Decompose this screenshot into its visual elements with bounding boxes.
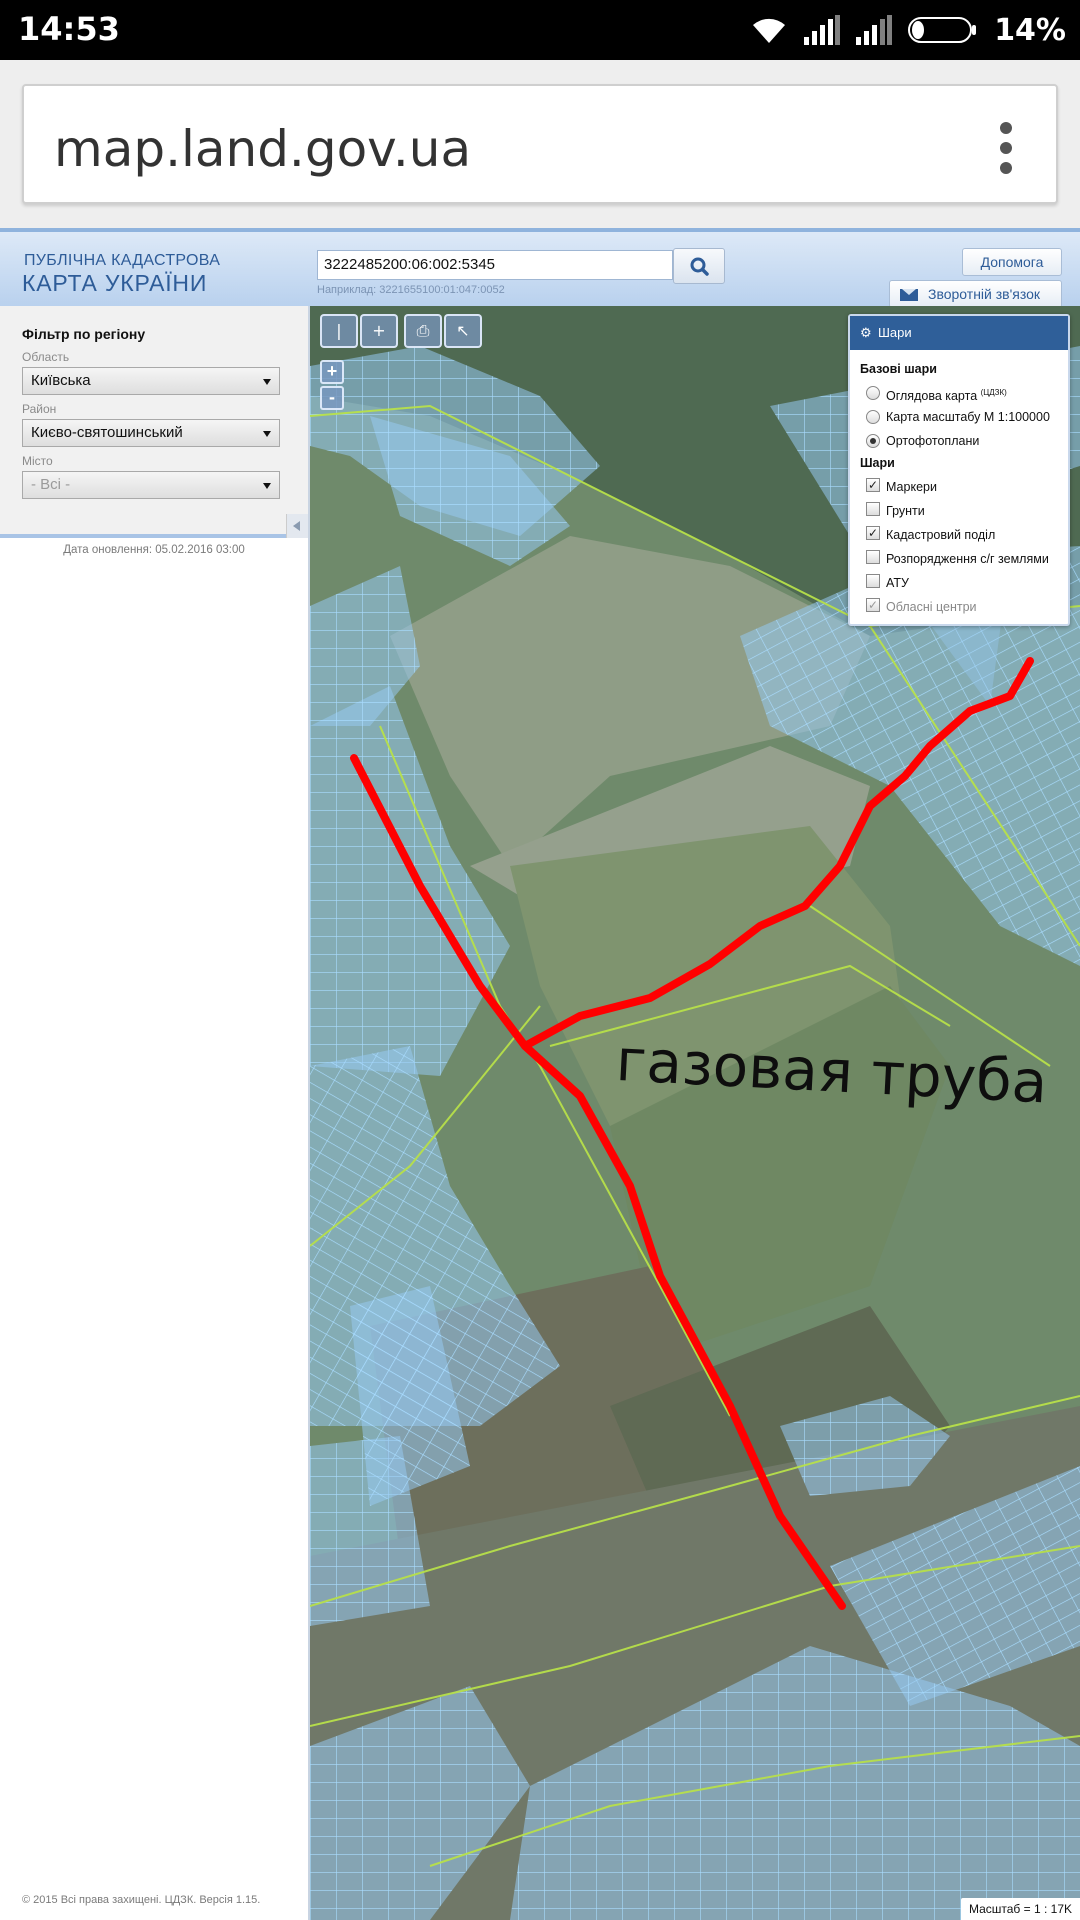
search-button[interactable] — [673, 248, 725, 284]
layer-label: АТУ — [886, 576, 909, 590]
base-layer-overview[interactable]: Оглядова карта (ЦДЗК) — [860, 380, 1058, 404]
checkbox[interactable] — [866, 550, 880, 564]
filter-title: Фільтр по регіону — [22, 326, 146, 342]
layer-soils[interactable]: Грунти — [860, 498, 1058, 522]
signal-icon — [856, 15, 893, 45]
url-text[interactable]: map.land.gov.ua — [54, 120, 471, 178]
collapse-sidebar-button[interactable] — [286, 514, 308, 538]
checkbox[interactable] — [866, 502, 880, 516]
layer-cadastral[interactable]: ✓ Кадастровий поділ — [860, 522, 1058, 546]
layers-panel: ⚙ Шари Базові шари Оглядова карта (ЦДЗК)… — [848, 314, 1070, 626]
checkbox[interactable] — [866, 574, 880, 588]
identify-tool[interactable]: ↖ — [444, 314, 482, 348]
logo-line-1[interactable]: ПУБЛІЧНА КАДАСТРОВА — [24, 252, 220, 270]
help-button[interactable]: Допомога — [962, 248, 1062, 276]
status-icons: 14% — [750, 8, 1066, 52]
base-layer-label: Карта масштабу М 1:100000 — [886, 410, 1050, 424]
site-header: ПУБЛІЧНА КАДАСТРОВА КАРТА УКРАЇНИ 322248… — [0, 228, 1080, 308]
layer-label: Розпорядження с/г землями — [886, 552, 1049, 566]
gear-icon: ⚙ — [860, 325, 872, 340]
more-vert-icon[interactable] — [998, 122, 1014, 174]
layer-label: Кадастровий поділ — [886, 528, 996, 542]
base-layer-label: Ортофотоплани — [886, 434, 980, 448]
cadastral-search-input[interactable]: 3222485200:06:002:5345 — [317, 250, 673, 280]
status-bar: 14:53 14% — [0, 0, 1080, 60]
map-scale: Масштаб = 1 : 17K — [960, 1898, 1080, 1920]
browser-chrome: map.land.gov.ua — [0, 60, 1080, 228]
address-bar[interactable]: map.land.gov.ua — [22, 84, 1058, 204]
region-filter-panel: Фільтр по регіону Область Київська Район… — [0, 306, 308, 538]
feedback-label: Зворотній зв'язок — [928, 286, 1041, 302]
area-icon: + — [372, 321, 386, 340]
map-view[interactable]: | + ⎙ ↖ + - ⚙ Шари Базові шари Оглядова … — [310, 306, 1080, 1920]
map-toolbar: | + ⎙ ↖ — [320, 314, 482, 348]
city-select-value: - Всі - — [31, 476, 71, 493]
logo-line-2[interactable]: КАРТА УКРАЇНИ — [22, 270, 207, 297]
radio-button-selected[interactable] — [866, 434, 880, 448]
layer-label: Маркери — [886, 480, 937, 494]
layers-title: Шари — [878, 325, 912, 340]
checkbox-checked[interactable]: ✓ — [866, 478, 880, 492]
print-icon: ⎙ — [416, 321, 430, 340]
radio-button[interactable] — [866, 410, 880, 424]
base-layer-orthophoto[interactable]: Ортофотоплани — [860, 428, 1058, 452]
checkbox-checked-disabled: ✓ — [866, 598, 880, 612]
measure-length-tool[interactable]: | — [320, 314, 358, 348]
left-sidebar: Фільтр по регіону Область Київська Район… — [0, 306, 310, 1920]
layer-label: Грунти — [886, 504, 925, 518]
district-select-value: Києво-святошинський — [31, 424, 183, 441]
ruler-icon: | — [336, 321, 342, 340]
district-select[interactable]: Києво-святошинський — [22, 419, 280, 447]
search-example-hint: Наприклад: 3221655100:01:047:0052 — [317, 284, 505, 296]
base-layer-sup: (ЦДЗК) — [980, 388, 1007, 397]
zoom-in-button[interactable]: + — [320, 360, 344, 384]
layer-agri-land[interactable]: Розпорядження с/г землями — [860, 546, 1058, 570]
district-label: Район — [22, 402, 57, 416]
chevron-down-icon — [263, 379, 271, 385]
wifi-icon — [753, 18, 786, 43]
base-layers-title: Базові шари — [860, 362, 937, 376]
region-select-value: Київська — [31, 372, 91, 389]
measure-area-tool[interactable]: + — [360, 314, 398, 348]
layer-regional-centers: ✓ Обласні центри — [860, 594, 1058, 618]
feedback-button[interactable]: Зворотній зв'язок — [889, 280, 1062, 308]
chevron-down-icon — [263, 483, 271, 489]
battery-icon — [908, 17, 977, 43]
region-select[interactable]: Київська — [22, 367, 280, 395]
mail-icon — [900, 289, 918, 301]
layers-header[interactable]: ⚙ Шари — [850, 316, 1068, 350]
base-layer-100000[interactable]: Карта масштабу М 1:100000 — [860, 404, 1058, 428]
battery-percent: 14% — [994, 12, 1066, 48]
update-date: Дата оновлення: 05.02.2016 03:00 — [63, 544, 245, 556]
layer-markers[interactable]: ✓ Маркери — [860, 474, 1058, 498]
copyright: © 2015 Всі права захищені. ЦДЗК. Версія … — [22, 1894, 261, 1906]
checkbox-checked[interactable]: ✓ — [866, 526, 880, 540]
zoom-out-button[interactable]: - — [320, 386, 344, 410]
print-tool[interactable]: ⎙ — [404, 314, 442, 348]
search-icon — [690, 257, 709, 276]
city-select[interactable]: - Всі - — [22, 471, 280, 499]
layer-label: Обласні центри — [886, 600, 977, 614]
base-layer-label: Оглядова карта — [886, 389, 978, 404]
city-label: Місто — [22, 454, 53, 468]
status-time: 14:53 — [18, 10, 120, 48]
layers-group-title: Шари — [860, 456, 895, 470]
layer-atu[interactable]: АТУ — [860, 570, 1058, 594]
chevron-down-icon — [263, 431, 271, 437]
radio-button[interactable] — [866, 386, 880, 400]
signal-icon — [804, 15, 841, 45]
region-label: Область — [22, 350, 70, 364]
cursor-question-icon: ↖ — [456, 321, 470, 340]
